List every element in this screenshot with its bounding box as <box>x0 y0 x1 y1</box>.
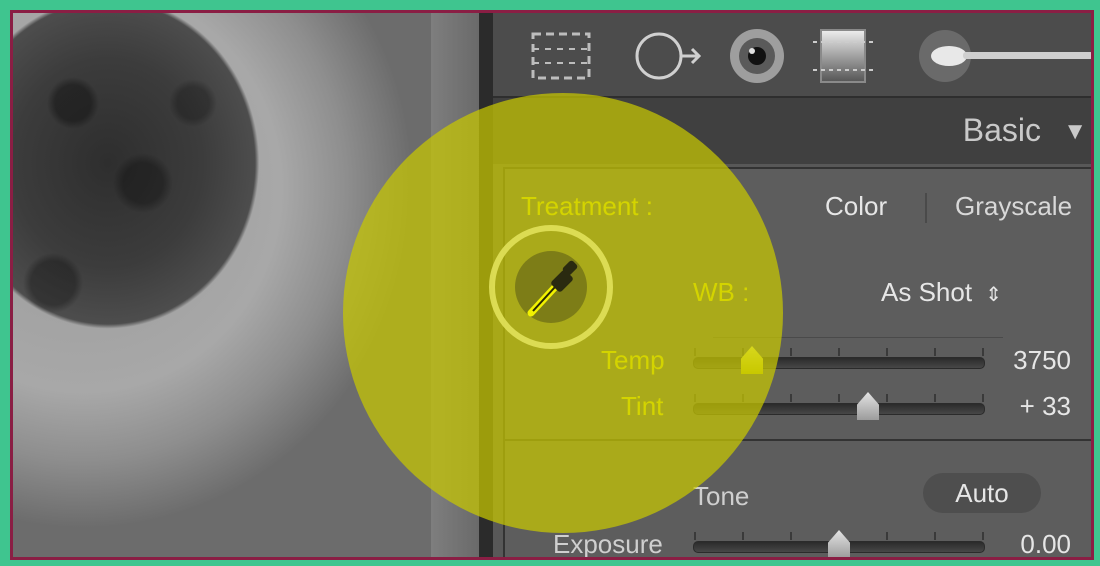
photo-preview <box>13 13 443 557</box>
wb-preset-select[interactable]: As Shot ⇕ <box>881 277 1002 308</box>
tool-strip <box>493 13 1091 98</box>
tint-slider[interactable] <box>693 392 985 420</box>
temp-slider[interactable] <box>693 346 985 374</box>
red-eye-icon[interactable] <box>725 27 789 85</box>
tone-label: Tone <box>693 481 750 511</box>
wb-divider <box>713 337 1003 338</box>
treatment-color-button[interactable]: Color <box>825 191 887 222</box>
panel-title: Basic <box>962 112 1041 148</box>
basic-panel-header[interactable]: Basic ▼ <box>493 98 1091 164</box>
tint-slider-ticks <box>694 394 984 402</box>
adjustment-brush-icon[interactable] <box>905 27 1091 85</box>
treatment-grayscale-button[interactable]: Grayscale <box>955 191 1072 222</box>
treatment-separator <box>925 193 927 223</box>
treatment-section: Treatment : Color Grayscale <box>503 167 1091 247</box>
select-arrows-icon: ⇕ <box>985 284 1003 306</box>
tone-section: Tone Auto Exposure 0.00 <box>503 441 1091 559</box>
screenshot-frame: Basic ▼ Treatment : Color Grayscale WB :… <box>10 10 1094 560</box>
graduated-filter-icon[interactable] <box>811 27 875 85</box>
exposure-label: Exposure <box>553 529 663 559</box>
photo-edge <box>431 13 479 557</box>
wb-preset-value: As Shot <box>881 277 973 307</box>
auto-tone-button[interactable]: Auto <box>923 473 1041 513</box>
crop-overlay-icon[interactable] <box>529 27 593 85</box>
tint-label: Tint <box>621 391 664 421</box>
temp-slider-ticks <box>694 348 984 356</box>
temp-value[interactable]: 3750 <box>1013 345 1071 376</box>
exposure-slider[interactable] <box>693 530 985 557</box>
temp-label: Temp <box>601 345 665 375</box>
treatment-label: Treatment : <box>521 191 653 221</box>
spot-removal-icon[interactable] <box>629 27 709 85</box>
wb-label: WB : <box>693 277 750 307</box>
triangle-down-icon[interactable]: ▼ <box>1063 118 1087 146</box>
eyedropper-icon[interactable] <box>521 257 585 321</box>
exposure-value[interactable]: 0.00 <box>1020 529 1071 557</box>
tint-value[interactable]: + 33 <box>1020 391 1071 422</box>
